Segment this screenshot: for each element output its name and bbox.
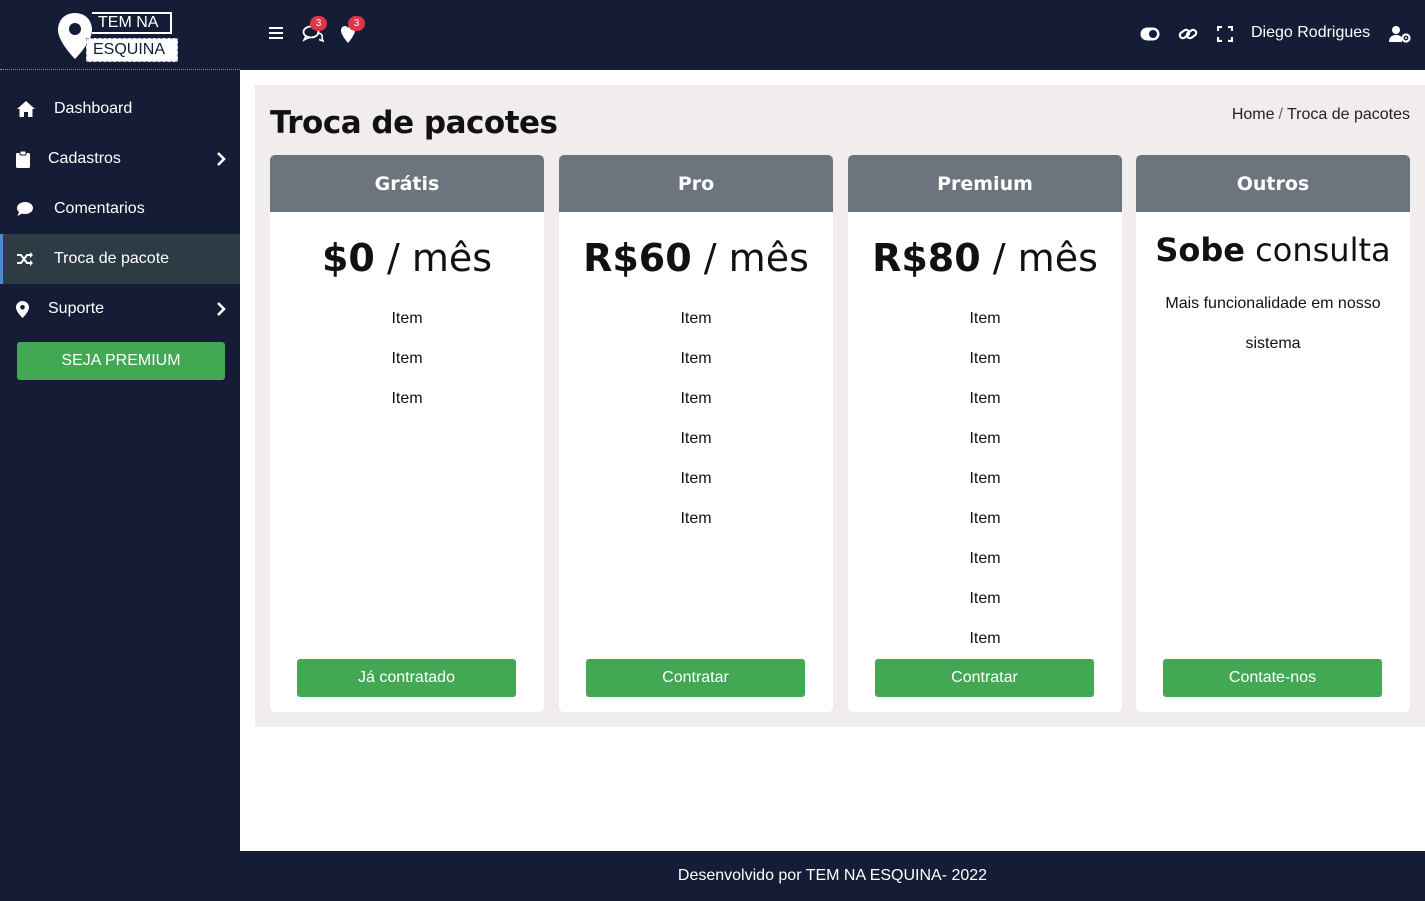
plan-feature-item: Item: [969, 550, 1001, 567]
plan-feature-item: Item: [969, 390, 1001, 407]
comment-icon: [16, 199, 42, 219]
user-name[interactable]: Diego Rodrigues: [1251, 24, 1370, 42]
user-settings-button[interactable]: [1389, 25, 1411, 47]
plan-feature-item: Item: [391, 350, 423, 367]
plan-feature-item: Item: [680, 430, 712, 447]
comments-badge: 3: [310, 16, 327, 31]
plan-feature-item: Item: [969, 470, 1001, 487]
plan-name: Outros: [1136, 155, 1410, 212]
chevron-right-icon: [217, 152, 226, 166]
home-icon: [16, 99, 42, 119]
hamburger-icon: [269, 27, 283, 39]
breadcrumb-separator: /: [1278, 106, 1283, 123]
theme-toggle-button[interactable]: [1140, 27, 1162, 49]
locations-button[interactable]: 3: [340, 16, 365, 46]
plan-price: R$80 / mês: [848, 235, 1122, 281]
plan-features: Item Item Item: [270, 299, 544, 419]
sidebar-item-cadastros[interactable]: Cadastros: [0, 134, 240, 184]
sidebar-item-dashboard[interactable]: Dashboard: [0, 84, 240, 134]
footer-text: Desenvolvido por TEM NA ESQUINA- 2022: [677, 867, 988, 884]
plan-feature-item: Item: [680, 390, 712, 407]
breadcrumb: Home / Troca de pacotes: [1232, 106, 1410, 124]
sidebar-item-suporte[interactable]: Suporte: [0, 284, 240, 334]
plan-feature-item: Item: [391, 390, 423, 407]
sidebar-item-label: Cadastros: [48, 150, 121, 167]
sidebar-item-label: Suporte: [48, 300, 105, 317]
ja-contratado-button[interactable]: Já contratado: [297, 659, 516, 697]
plan-price-value: R$80: [872, 236, 981, 280]
fullscreen-button[interactable]: [1216, 25, 1239, 48]
plan-name: Grátis: [270, 155, 544, 212]
plan-price-period: / mês: [703, 236, 809, 280]
plan-feature-item: Item: [969, 590, 1001, 607]
plan-card-pro: Pro R$60 / mês Item Item Item Item Item …: [559, 155, 833, 712]
topbar: 3 3 Diego Rodrigues: [240, 0, 1425, 70]
plan-price-value: $0: [321, 236, 375, 280]
plan-price-period: / mês: [992, 236, 1098, 280]
chevron-right-icon: [217, 302, 226, 316]
plan-description: Mais funcionalidade em nosso sistema: [1165, 295, 1381, 352]
main-content: Troca de pacotes Home / Troca de pacotes G…: [255, 85, 1425, 727]
plan-card-outros: Outros Sobe consulta Mais funcionalidade…: [1136, 155, 1410, 712]
seja-premium-button[interactable]: SEJA PREMIUM: [17, 342, 225, 380]
contratar-pro-button[interactable]: Contratar: [586, 659, 805, 697]
plan-price: Sobe consulta: [1136, 230, 1410, 270]
clipboard-icon: [16, 149, 36, 169]
plan-feature-item: Item: [680, 510, 712, 527]
plan-feature-item: Item: [680, 470, 712, 487]
plan-price: $0 / mês: [270, 235, 544, 281]
user-cog-icon: [1389, 26, 1411, 43]
contate-nos-button[interactable]: Contate-nos: [1163, 659, 1382, 697]
plan-name: Premium: [848, 155, 1122, 212]
sidebar-item-comentarios[interactable]: Comentarios: [0, 184, 240, 234]
sidebar-nav: Dashboard Cadastros Comentarios Troca de…: [0, 84, 240, 334]
link-button[interactable]: [1178, 25, 1200, 47]
plan-feature-item: Item: [969, 630, 1001, 647]
comments-button[interactable]: 3: [302, 16, 327, 46]
page-title: Troca de pacotes: [270, 105, 558, 141]
brand: TEM NA ESQUINA: [0, 0, 240, 70]
menu-toggle-button[interactable]: [268, 25, 290, 47]
toggle-icon: [1140, 27, 1160, 41]
contratar-premium-button[interactable]: Contratar: [875, 659, 1094, 697]
sidebar: TEM NA ESQUINA Dashboard Cadastros Comen…: [0, 0, 240, 901]
locations-badge: 3: [348, 16, 365, 31]
plan-feature-item: Item: [680, 350, 712, 367]
plan-feature-item: Item: [969, 510, 1001, 527]
map-marker-icon: [16, 299, 36, 319]
plan-features: Item Item Item Item Item Item Item Item …: [848, 299, 1122, 659]
sidebar-item-label: Comentarios: [54, 200, 145, 217]
plan-features: Item Item Item Item Item Item: [559, 299, 833, 539]
plan-price-period: consulta: [1255, 231, 1391, 269]
expand-icon: [1216, 25, 1234, 43]
logo-text-bottom: ESQUINA: [86, 38, 178, 62]
plan-price: R$60 / mês: [559, 235, 833, 281]
breadcrumb-home-link[interactable]: Home: [1232, 106, 1275, 123]
breadcrumb-current: Troca de pacotes: [1286, 106, 1410, 123]
link-icon: [1178, 28, 1198, 40]
footer: Desenvolvido por TEM NA ESQUINA- 2022: [240, 851, 1425, 901]
plan-price-value: Sobe: [1155, 231, 1245, 269]
plan-feature-item: Item: [391, 310, 423, 327]
shuffle-icon: [16, 249, 42, 269]
plan-card-premium: Premium R$80 / mês Item Item Item Item I…: [848, 155, 1122, 712]
plan-name: Pro: [559, 155, 833, 212]
logo-text-top: TEM NA: [92, 12, 172, 34]
sidebar-item-label: Troca de pacote: [54, 250, 170, 267]
plan-feature-item: Item: [969, 350, 1001, 367]
plan-card-gratis: Grátis $0 / mês Item Item Item Já contra…: [270, 155, 544, 712]
sidebar-item-label: Dashboard: [54, 100, 133, 117]
plan-price-value: R$60: [583, 236, 692, 280]
plan-price-period: / mês: [386, 236, 493, 280]
sidebar-item-troca-de-pacote[interactable]: Troca de pacote: [0, 234, 240, 284]
brand-logo[interactable]: TEM NA ESQUINA: [56, 10, 184, 62]
plan-feature-item: Item: [969, 310, 1001, 327]
plan-feature-item: Item: [969, 430, 1001, 447]
plan-feature-item: Item: [680, 310, 712, 327]
